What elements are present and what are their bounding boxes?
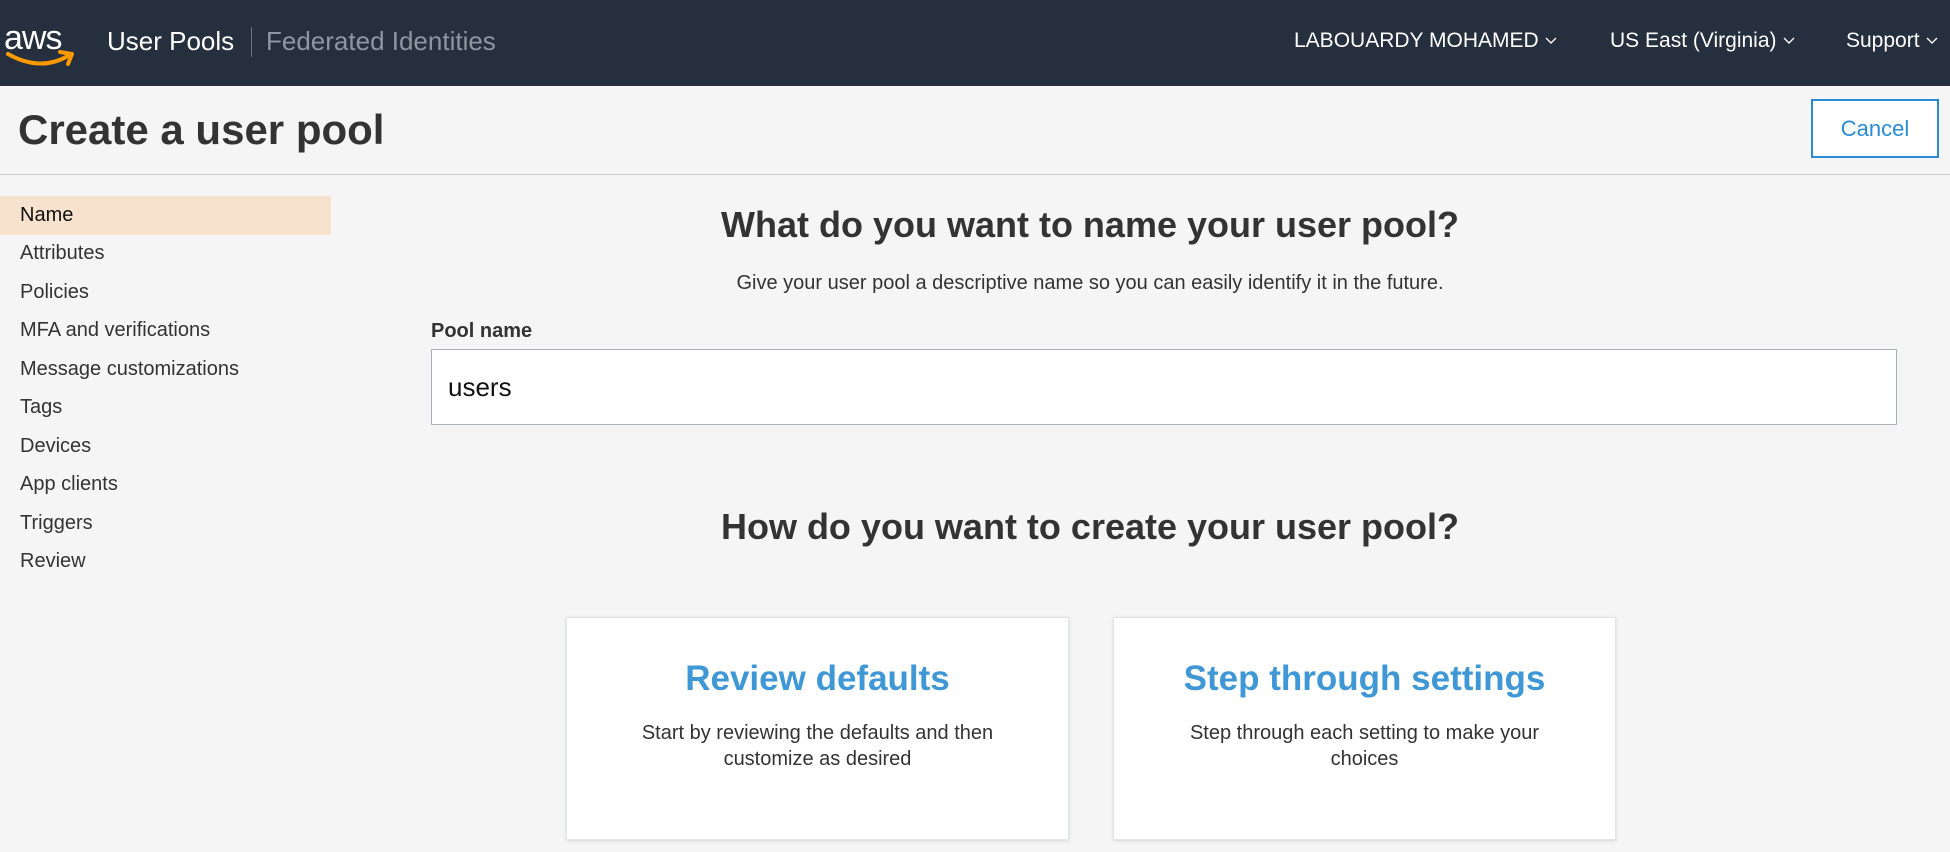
wizard-steps-sidebar: Name Attributes Policies MFA and verific… [0,196,331,581]
sidebar-item-mfa-and-verifications[interactable]: MFA and verifications [0,312,331,351]
create-question-heading: How do you want to create your user pool… [720,506,1460,547]
pool-name-label: Pool name [431,320,533,342]
account-name: LABOUARDY MOHAMED [1294,29,1539,52]
support-label: Support [1846,29,1920,52]
nav-federated-identities[interactable]: Federated Identities [266,25,496,57]
nav-user-pools[interactable]: User Pools [107,25,234,57]
sidebar-item-message-customizations[interactable]: Message customizations [0,350,331,389]
sidebar-item-app-clients[interactable]: App clients [0,466,331,505]
name-question-heading: What do you want to name your user pool? [720,204,1460,245]
aws-logo[interactable]: aws [4,18,78,74]
chevron-down-icon [1783,37,1795,44]
sidebar-item-name[interactable]: Name [0,196,331,235]
name-description: Give your user pool a descriptive name s… [736,272,1444,294]
support-menu[interactable]: Support [1846,28,1938,54]
nav-divider [251,27,252,57]
cancel-button[interactable]: Cancel [1811,99,1939,158]
pool-name-input[interactable] [431,349,1897,425]
sidebar-item-review[interactable]: Review [0,543,331,582]
sidebar-item-tags[interactable]: Tags [0,389,331,428]
top-navigation-bar: aws User Pools Federated Identities LABO… [0,0,1950,86]
page-title: Create a user pool [18,106,385,153]
step-through-settings-card[interactable]: Step through settings Step through each … [1113,617,1616,840]
region-name: US East (Virginia) [1610,29,1777,52]
review-defaults-card[interactable]: Review defaults Start by reviewing the d… [566,617,1069,840]
account-menu[interactable]: LABOUARDY MOHAMED [1294,28,1557,54]
step-through-settings-title: Step through settings [1183,659,1546,698]
header-divider [0,174,1950,175]
sidebar-item-triggers[interactable]: Triggers [0,504,331,543]
chevron-down-icon [1545,37,1557,44]
chevron-down-icon [1926,37,1938,44]
sidebar-item-policies[interactable]: Policies [0,273,331,312]
review-defaults-description: Start by reviewing the defaults and then… [641,722,994,770]
aws-smile-icon [6,50,74,66]
step-through-settings-description: Step through each setting to make your c… [1189,722,1540,770]
region-menu[interactable]: US East (Virginia) [1610,28,1795,54]
sidebar-item-devices[interactable]: Devices [0,427,331,466]
review-defaults-title: Review defaults [685,659,950,698]
sidebar-item-attributes[interactable]: Attributes [0,235,331,274]
